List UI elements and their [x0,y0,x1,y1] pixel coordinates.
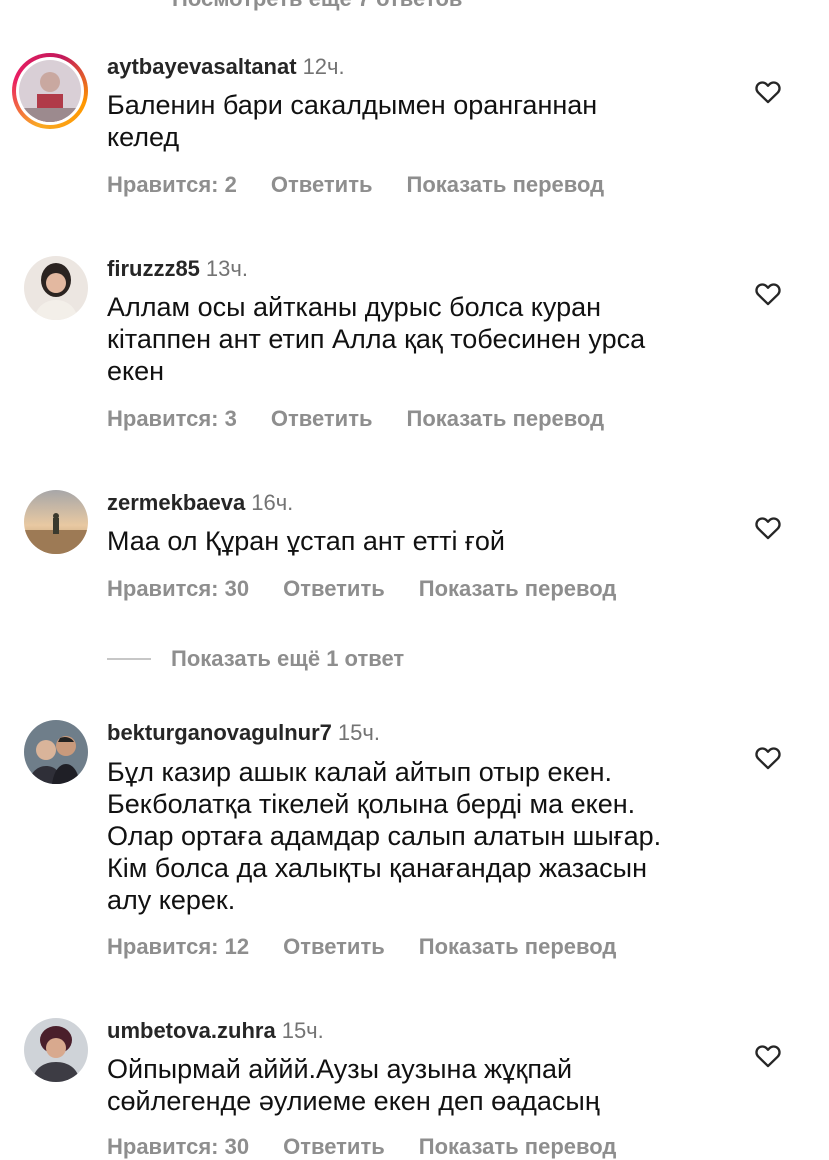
heart-outline-icon[interactable] [754,1042,782,1068]
likes-count[interactable]: Нравится: 3 [107,406,237,432]
comment-actions: Нравится: 12 Ответить Показать перевод [107,934,616,960]
comment-text: Ойпырмай аййй.Аузы аузына жұқпай сөйлеге… [107,1054,600,1116]
show-more-replies-button[interactable]: Показать ещё 1 ответ [107,646,404,672]
comment-header: bekturganovagulnur7 15ч. [107,720,380,746]
likes-count[interactable]: Нравится: 30 [107,576,249,602]
timestamp: 15ч. [337,720,380,745]
timestamp: 13ч. [205,256,248,281]
username[interactable]: zermekbaeva [107,490,245,515]
comment-text: Бұл казир ашык калай айтып отыр екен. Бе… [107,757,662,915]
comment-header: zermekbaeva 16ч. [107,490,293,516]
show-translation-button[interactable]: Показать перевод [419,1134,617,1160]
username[interactable]: aytbayevasaltanat [107,54,297,79]
comment-actions: Нравится: 2 Ответить Показать перевод [107,172,604,198]
likes-count[interactable]: Нравится: 12 [107,934,249,960]
divider-line [107,658,151,660]
show-translation-button[interactable]: Показать перевод [419,934,617,960]
show-more-replies-label: Показать ещё 1 ответ [171,646,405,671]
reply-button[interactable]: Ответить [271,406,373,432]
comment-text: Аллам осы айтканы дурыс болса куран кіта… [107,292,646,386]
username[interactable]: umbetova.zuhra [107,1018,276,1043]
view-more-replies-link[interactable]: Посмотреть ещё 7 ответов [172,0,462,12]
username[interactable]: bekturganovagulnur7 [107,720,332,745]
show-translation-button[interactable]: Показать перевод [419,576,617,602]
reply-button[interactable]: Ответить [271,172,373,198]
timestamp: 16ч. [251,490,294,515]
comment-text: Баленин бари сакалдымен оранганнан келед [107,90,598,152]
heart-outline-icon[interactable] [754,280,782,306]
comment-actions: Нравится: 3 Ответить Показать перевод [107,406,604,432]
reply-button[interactable]: Ответить [283,576,385,602]
avatar[interactable] [12,53,88,129]
show-translation-button[interactable]: Показать перевод [407,406,605,432]
comment-header: firuzzz85 13ч. [107,256,248,282]
reply-button[interactable]: Ответить [283,934,385,960]
comment-header: umbetova.zuhra 15ч. [107,1018,324,1044]
avatar[interactable] [24,256,88,320]
avatar[interactable] [24,720,88,784]
likes-count[interactable]: Нравится: 2 [107,172,237,198]
show-translation-button[interactable]: Показать перевод [407,172,605,198]
heart-outline-icon[interactable] [754,744,782,770]
avatar[interactable] [24,490,88,554]
timestamp: 12ч. [302,54,345,79]
username[interactable]: firuzzz85 [107,256,200,281]
likes-count[interactable]: Нравится: 30 [107,1134,249,1160]
comment-text: Маа ол Құран ұстап ант етті ғой [107,526,505,556]
comment-header: aytbayevasaltanat 12ч. [107,54,345,80]
reply-button[interactable]: Ответить [283,1134,385,1160]
heart-outline-icon[interactable] [754,514,782,540]
heart-outline-icon[interactable] [754,78,782,104]
comment-actions: Нравится: 30 Ответить Показать перевод [107,576,616,602]
avatar[interactable] [24,1018,88,1082]
timestamp: 15ч. [281,1018,324,1043]
comment-actions: Нравится: 30 Ответить Показать перевод [107,1134,616,1160]
